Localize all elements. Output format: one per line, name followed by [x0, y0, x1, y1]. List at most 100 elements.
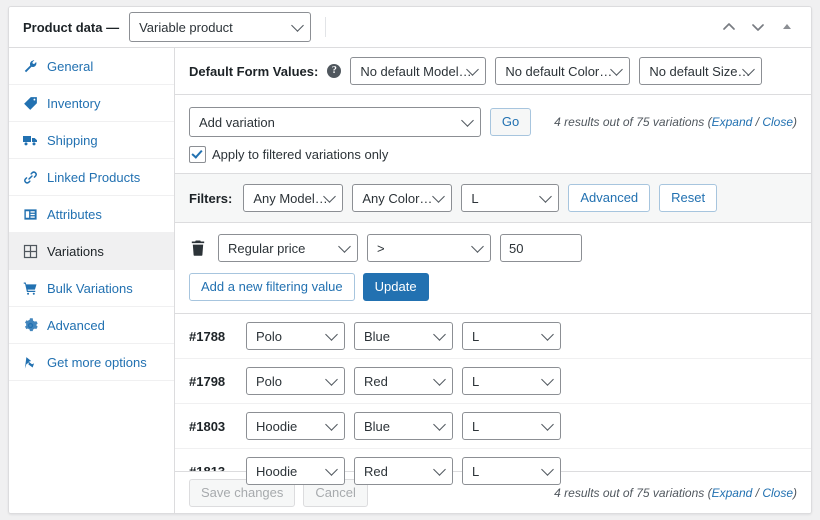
- sidebar-item-linked-products[interactable]: Linked Products: [9, 159, 174, 196]
- panel-order-controls: [721, 19, 801, 35]
- sidebar-item-general[interactable]: General: [9, 48, 174, 85]
- update-button[interactable]: Update: [363, 273, 429, 301]
- variation-size-select[interactable]: L: [462, 412, 561, 440]
- go-button[interactable]: Go: [490, 108, 531, 136]
- panel-body: General Inventory Shipping: [9, 48, 811, 513]
- default-model-select[interactable]: No default Model…: [350, 57, 486, 85]
- move-up-icon[interactable]: [721, 19, 737, 35]
- sidebar-item-get-more-options[interactable]: Get more options: [9, 344, 174, 381]
- filter-color-value: Any Color…: [362, 191, 432, 206]
- default-size-select[interactable]: No default Size…: [639, 57, 762, 85]
- variation-size-value: L: [472, 464, 479, 479]
- reset-button[interactable]: Reset: [659, 184, 717, 212]
- sidebar-item-shipping[interactable]: Shipping: [9, 122, 174, 159]
- default-model-value: No default Model…: [360, 64, 471, 79]
- expand-link[interactable]: Expand: [712, 115, 753, 129]
- product-data-panel-screen: Product data — Variable product: [0, 0, 820, 520]
- filtering-value-actions: Add a new filtering value Update: [189, 273, 797, 301]
- star-icon: [22, 354, 38, 370]
- variation-size-select[interactable]: L: [462, 322, 561, 350]
- sidebar-item-label: Attributes: [47, 207, 102, 222]
- link-icon: [22, 169, 38, 185]
- chevron-down-icon: [433, 463, 446, 476]
- close-link[interactable]: Close: [762, 486, 793, 500]
- product-type-select[interactable]: Variable product: [129, 12, 311, 42]
- cart-icon: [22, 280, 38, 296]
- variation-model-select[interactable]: Hoodie: [246, 457, 345, 485]
- filter-operator-select[interactable]: >: [367, 234, 491, 262]
- chevron-down-icon: [541, 328, 554, 341]
- sidebar-item-attributes[interactable]: Attributes: [9, 196, 174, 233]
- variation-color-select[interactable]: Red: [354, 457, 453, 485]
- variation-color-select[interactable]: Blue: [354, 412, 453, 440]
- results-suffix: ): [793, 486, 797, 500]
- default-color-value: No default Color…: [505, 64, 612, 79]
- table-row[interactable]: #1798 Polo Red L: [175, 359, 811, 404]
- results-suffix: ): [793, 115, 797, 129]
- variations-content: Default Form Values: ? No default Model……: [175, 48, 811, 513]
- product-type-value: Variable product: [139, 20, 233, 35]
- chevron-down-icon: [325, 418, 338, 431]
- variation-color-select[interactable]: Red: [354, 367, 453, 395]
- chevron-down-icon: [325, 328, 338, 341]
- variation-model-select[interactable]: Polo: [246, 367, 345, 395]
- filter-size-select[interactable]: L: [461, 184, 559, 212]
- filter-model-select[interactable]: Any Model…: [243, 184, 343, 212]
- page-title: Product data —: [23, 20, 119, 35]
- filter-field-select[interactable]: Regular price: [218, 234, 358, 262]
- filters-label: Filters:: [189, 191, 232, 206]
- variation-size-select[interactable]: L: [462, 367, 561, 395]
- variation-size-select[interactable]: L: [462, 457, 561, 485]
- variation-model-select[interactable]: Hoodie: [246, 412, 345, 440]
- filter-color-select[interactable]: Any Color…: [352, 184, 452, 212]
- sidebar-item-label: Inventory: [47, 96, 100, 111]
- chevron-down-icon: [433, 418, 446, 431]
- sidebar-item-label: General: [47, 59, 93, 74]
- default-form-values-label: Default Form Values:: [189, 64, 318, 79]
- product-type-select-control[interactable]: Variable product: [129, 12, 311, 42]
- variation-model-select[interactable]: Polo: [246, 322, 345, 350]
- chevron-down-icon: [541, 373, 554, 386]
- toggle-panel-icon[interactable]: [779, 19, 795, 35]
- variation-model-value: Polo: [256, 374, 282, 389]
- chevron-down-icon: [539, 190, 552, 203]
- add-variation-select[interactable]: Add variation: [189, 107, 481, 137]
- variation-size-value: L: [472, 329, 479, 344]
- sidebar-item-variations[interactable]: Variations: [9, 233, 174, 270]
- default-form-values-row: Default Form Values: ? No default Model……: [175, 48, 811, 95]
- tag-icon: [22, 95, 38, 111]
- sidebar-item-inventory[interactable]: Inventory: [9, 85, 174, 122]
- add-variation-row: Add variation Go 4 results out of 75 var…: [189, 107, 797, 137]
- sidebar-item-bulk-variations[interactable]: Bulk Variations: [9, 270, 174, 307]
- table-row[interactable]: #1788 Polo Blue L: [175, 314, 811, 359]
- results-summary-top: 4 results out of 75 variations (Expand /…: [554, 115, 797, 129]
- close-link[interactable]: Close: [762, 115, 793, 129]
- product-data-panel: Product data — Variable product: [8, 6, 812, 514]
- add-variation-value: Add variation: [199, 115, 275, 130]
- table-row[interactable]: #1803 Hoodie Blue L: [175, 404, 811, 449]
- sidebar-item-label: Bulk Variations: [47, 281, 133, 296]
- filters-bar: Filters: Any Model… Any Color… L Advance…: [175, 174, 811, 223]
- variation-size-value: L: [472, 374, 479, 389]
- chevron-down-icon: [610, 63, 623, 76]
- apply-to-filtered-label: Apply to filtered variations only: [212, 147, 388, 162]
- apply-to-filtered-row: Apply to filtered variations only: [189, 146, 797, 163]
- filtering-value-row: Regular price >: [189, 234, 797, 262]
- variation-color-select[interactable]: Blue: [354, 322, 453, 350]
- variation-model-value: Hoodie: [256, 419, 297, 434]
- expand-link[interactable]: Expand: [712, 486, 753, 500]
- sidebar-item-label: Get more options: [47, 355, 147, 370]
- help-icon[interactable]: ?: [327, 64, 341, 78]
- advanced-button[interactable]: Advanced: [568, 184, 650, 212]
- filter-value-input[interactable]: [500, 234, 582, 262]
- apply-to-filtered-checkbox[interactable]: [189, 146, 206, 163]
- variation-model-value: Polo: [256, 329, 282, 344]
- move-down-icon[interactable]: [750, 19, 766, 35]
- chevron-down-icon: [461, 114, 474, 127]
- results-prefix: 4 results out of 75 variations (: [554, 486, 711, 500]
- chevron-down-icon: [432, 190, 445, 203]
- add-filtering-value-button[interactable]: Add a new filtering value: [189, 273, 355, 301]
- trash-icon[interactable]: [189, 239, 207, 257]
- sidebar-item-advanced[interactable]: Advanced: [9, 307, 174, 344]
- default-color-select[interactable]: No default Color…: [495, 57, 630, 85]
